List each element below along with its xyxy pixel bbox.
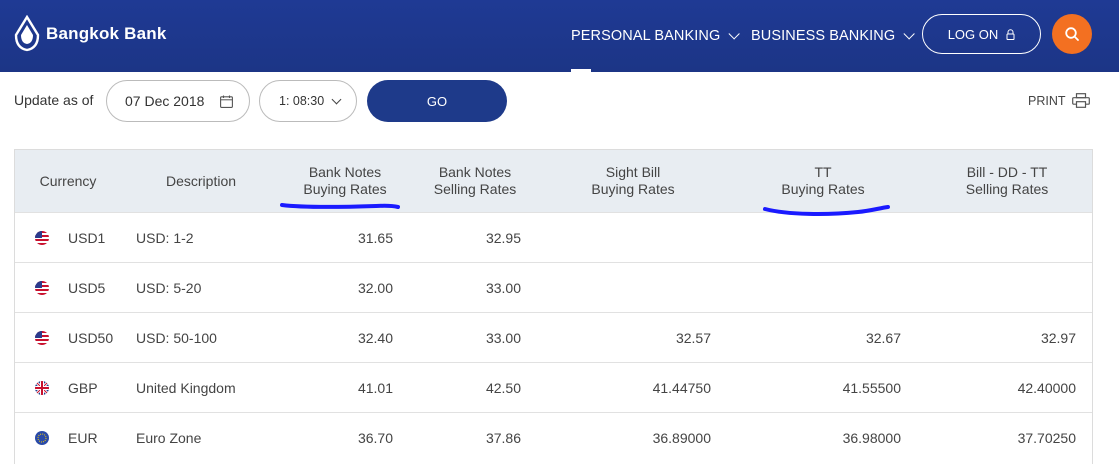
time-value: 1: 08:30 — [279, 94, 325, 108]
time-select[interactable]: 1: 08:30 — [259, 80, 357, 122]
cell-tt-buy: 36.98000 — [842, 430, 901, 446]
cell-bill-sell: 37.70250 — [1017, 430, 1076, 446]
cell-description: USD: 1-2 — [136, 230, 194, 246]
chevron-down-icon — [903, 28, 916, 40]
nav-business-banking[interactable]: BUSINESS BANKING — [751, 0, 916, 72]
cell-bill-sell: 42.40000 — [1017, 380, 1076, 396]
us-flag-icon — [35, 331, 49, 345]
search-button[interactable] — [1052, 14, 1092, 54]
cell-tt-buy — [765, 213, 901, 263]
uk-flag-icon — [35, 381, 49, 395]
exchange-rates-table: Currency Description Bank Notes Buying Ra… — [14, 149, 1093, 464]
header-sight-bill-buying: Sight Bill Buying Rates — [591, 164, 675, 197]
search-icon — [1065, 27, 1079, 41]
cell-tt-buy: 41.55500 — [842, 380, 901, 396]
eu-flag-icon — [35, 431, 49, 445]
cell-bn-sell: 32.95 — [485, 230, 521, 246]
cell-sight-buy: 41.44750 — [652, 380, 711, 396]
header-bank-notes-buying: Bank Notes Buying Rates — [303, 164, 387, 197]
cell-bn-sell: 37.86 — [485, 430, 521, 446]
lock-icon — [1006, 28, 1015, 40]
cell-currency: USD5 — [68, 280, 106, 296]
cell-description: United Kingdom — [136, 380, 236, 396]
table-row: USD1 USD: 1-2 31.65 32.95 — [15, 212, 1092, 262]
print-label: PRINT — [1028, 93, 1066, 108]
us-flag-icon — [35, 231, 49, 245]
print-button[interactable]: PRINT — [1028, 93, 1090, 108]
table-row: GBP United Kingdom 41.01 42.50 41.44750 … — [15, 362, 1092, 412]
cell-sight-buy: 32.57 — [675, 330, 711, 346]
cell-sight-buy — [575, 263, 711, 313]
update-as-of-label: Update as of — [14, 92, 94, 108]
cell-description: USD: 5-20 — [136, 280, 202, 296]
brand-name: Bangkok Bank — [46, 24, 167, 43]
cell-tt-buy — [765, 263, 901, 313]
cell-bn-sell: 33.00 — [485, 280, 521, 296]
table-row: EUR Euro Zone 36.70 37.86 36.89000 36.98… — [15, 412, 1092, 462]
header-description: Description — [165, 172, 237, 189]
date-picker[interactable]: 07 Dec 2018 — [106, 80, 250, 122]
cell-currency: EUR — [68, 430, 98, 446]
active-nav-indicator — [571, 69, 591, 72]
cell-description: USD: 50-100 — [136, 330, 217, 346]
calendar-icon[interactable] — [220, 95, 233, 108]
go-button[interactable]: GO — [367, 80, 507, 122]
nav-personal-banking[interactable]: PERSONAL BANKING — [571, 0, 741, 72]
nav-business-banking-label: BUSINESS BANKING — [751, 28, 896, 44]
bank-emblem-icon — [14, 15, 40, 52]
nav-personal-banking-label: PERSONAL BANKING — [571, 28, 721, 44]
table-row: USD5 USD: 5-20 32.00 33.00 — [15, 262, 1092, 312]
cell-sight-buy: 36.89000 — [652, 430, 711, 446]
log-on-label: LOG ON — [947, 26, 999, 42]
cell-bn-buy: 32.40 — [357, 330, 393, 346]
cell-tt-buy: 32.67 — [865, 330, 901, 346]
table-row: USD50 USD: 50-100 32.40 33.00 32.57 32.6… — [15, 312, 1092, 362]
cell-bn-sell: 42.50 — [485, 380, 521, 396]
cell-currency: GBP — [68, 380, 98, 396]
cell-bn-buy: 41.01 — [357, 380, 393, 396]
cell-sight-buy — [575, 213, 711, 263]
log-on-button[interactable]: LOG ON — [922, 14, 1041, 54]
header-bank-notes-selling: Bank Notes Selling Rates — [433, 164, 517, 197]
chevron-down-icon — [331, 94, 342, 105]
cell-bn-buy: 31.65 — [357, 230, 393, 246]
bangkok-bank-logo[interactable]: Bangkok Bank — [14, 15, 167, 53]
cell-bill-sell: 32.97 — [1040, 330, 1076, 346]
us-flag-icon — [35, 281, 49, 295]
header-bill-dd-tt-selling: Bill - DD - TT Selling Rates — [965, 164, 1049, 197]
header-currency: Currency — [39, 172, 97, 189]
cell-bn-buy: 36.70 — [357, 430, 393, 446]
cell-bill-sell — [935, 213, 1076, 263]
cell-bn-buy: 32.00 — [357, 280, 393, 296]
date-value: 07 Dec 2018 — [125, 93, 205, 109]
cell-bn-sell: 33.00 — [485, 330, 521, 346]
cell-description: Euro Zone — [136, 430, 202, 446]
header-tt-buying: TT Buying Rates — [781, 164, 865, 197]
chevron-down-icon — [728, 28, 741, 40]
cell-bill-sell — [935, 263, 1076, 313]
cell-currency: USD1 — [68, 230, 106, 246]
table-header: Currency Description Bank Notes Buying Ra… — [15, 150, 1092, 212]
top-header: Bangkok Bank PERSONAL BANKING BUSINESS B… — [0, 0, 1119, 72]
printer-icon — [1071, 93, 1090, 108]
cell-currency: USD50 — [68, 330, 114, 346]
